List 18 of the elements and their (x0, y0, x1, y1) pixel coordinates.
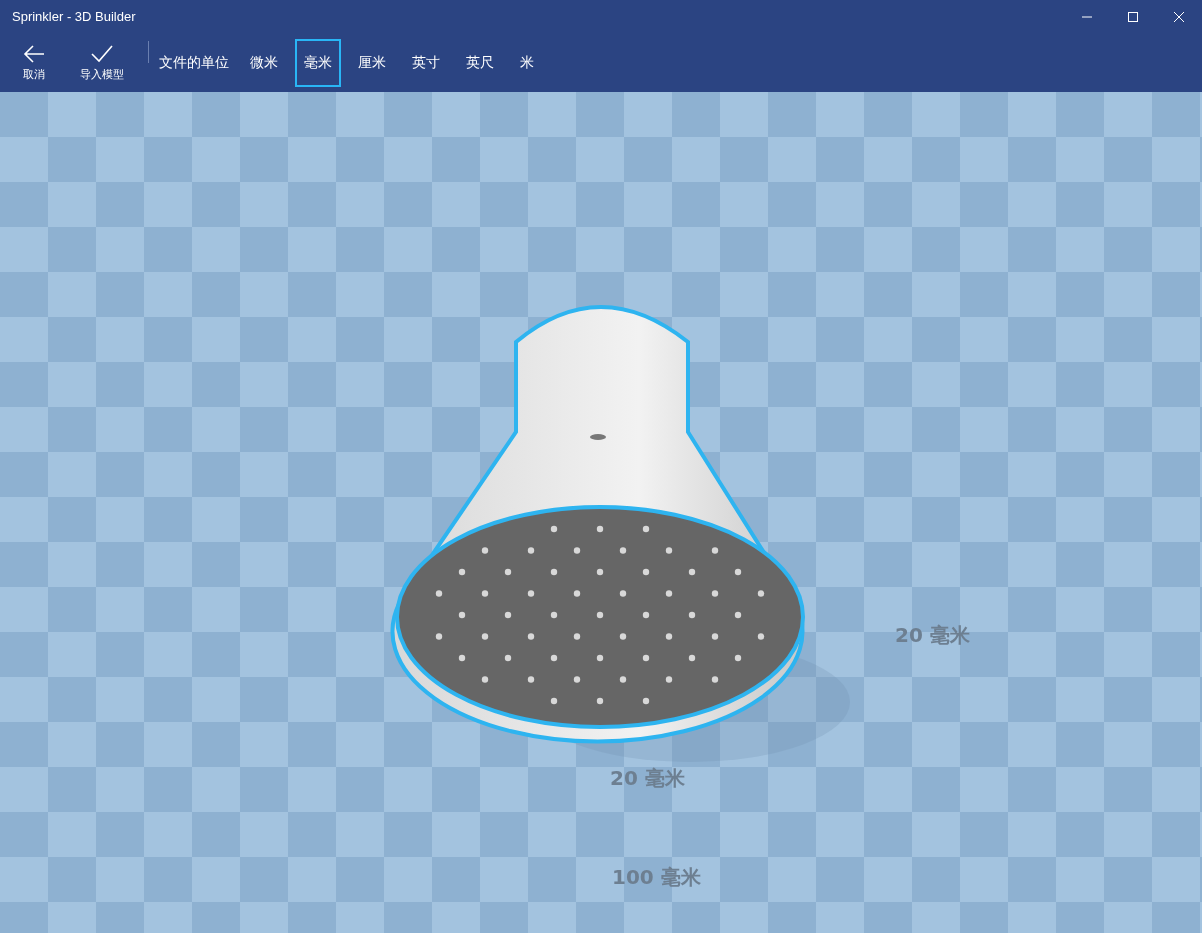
maximize-icon[interactable] (1127, 11, 1139, 23)
window-title: Sprinkler - 3D Builder (12, 9, 136, 24)
unit-option[interactable]: 英尺 (457, 38, 503, 87)
import-button[interactable]: 导入模型 (70, 39, 134, 86)
unit-option[interactable]: 英寸 (403, 38, 449, 87)
unit-option[interactable]: 厘米 (349, 38, 395, 87)
checkmark-icon (90, 43, 114, 64)
unit-option[interactable]: 微米 (241, 38, 287, 87)
sprinkler-model-drawing[interactable] (390, 305, 805, 744)
unit-option[interactable]: 米 (511, 38, 543, 87)
close-icon[interactable] (1173, 11, 1185, 23)
back-arrow-icon (22, 43, 46, 64)
units-label: 文件的单位 (159, 53, 229, 72)
floor-measure-label: 20 毫米 (610, 765, 685, 792)
unit-option[interactable]: 毫米 (295, 38, 341, 87)
floor-measure-label: 100 毫米 (612, 864, 701, 891)
cancel-button[interactable]: 取消 (12, 39, 56, 86)
floor-measure-label: 20 毫米 (895, 622, 970, 649)
